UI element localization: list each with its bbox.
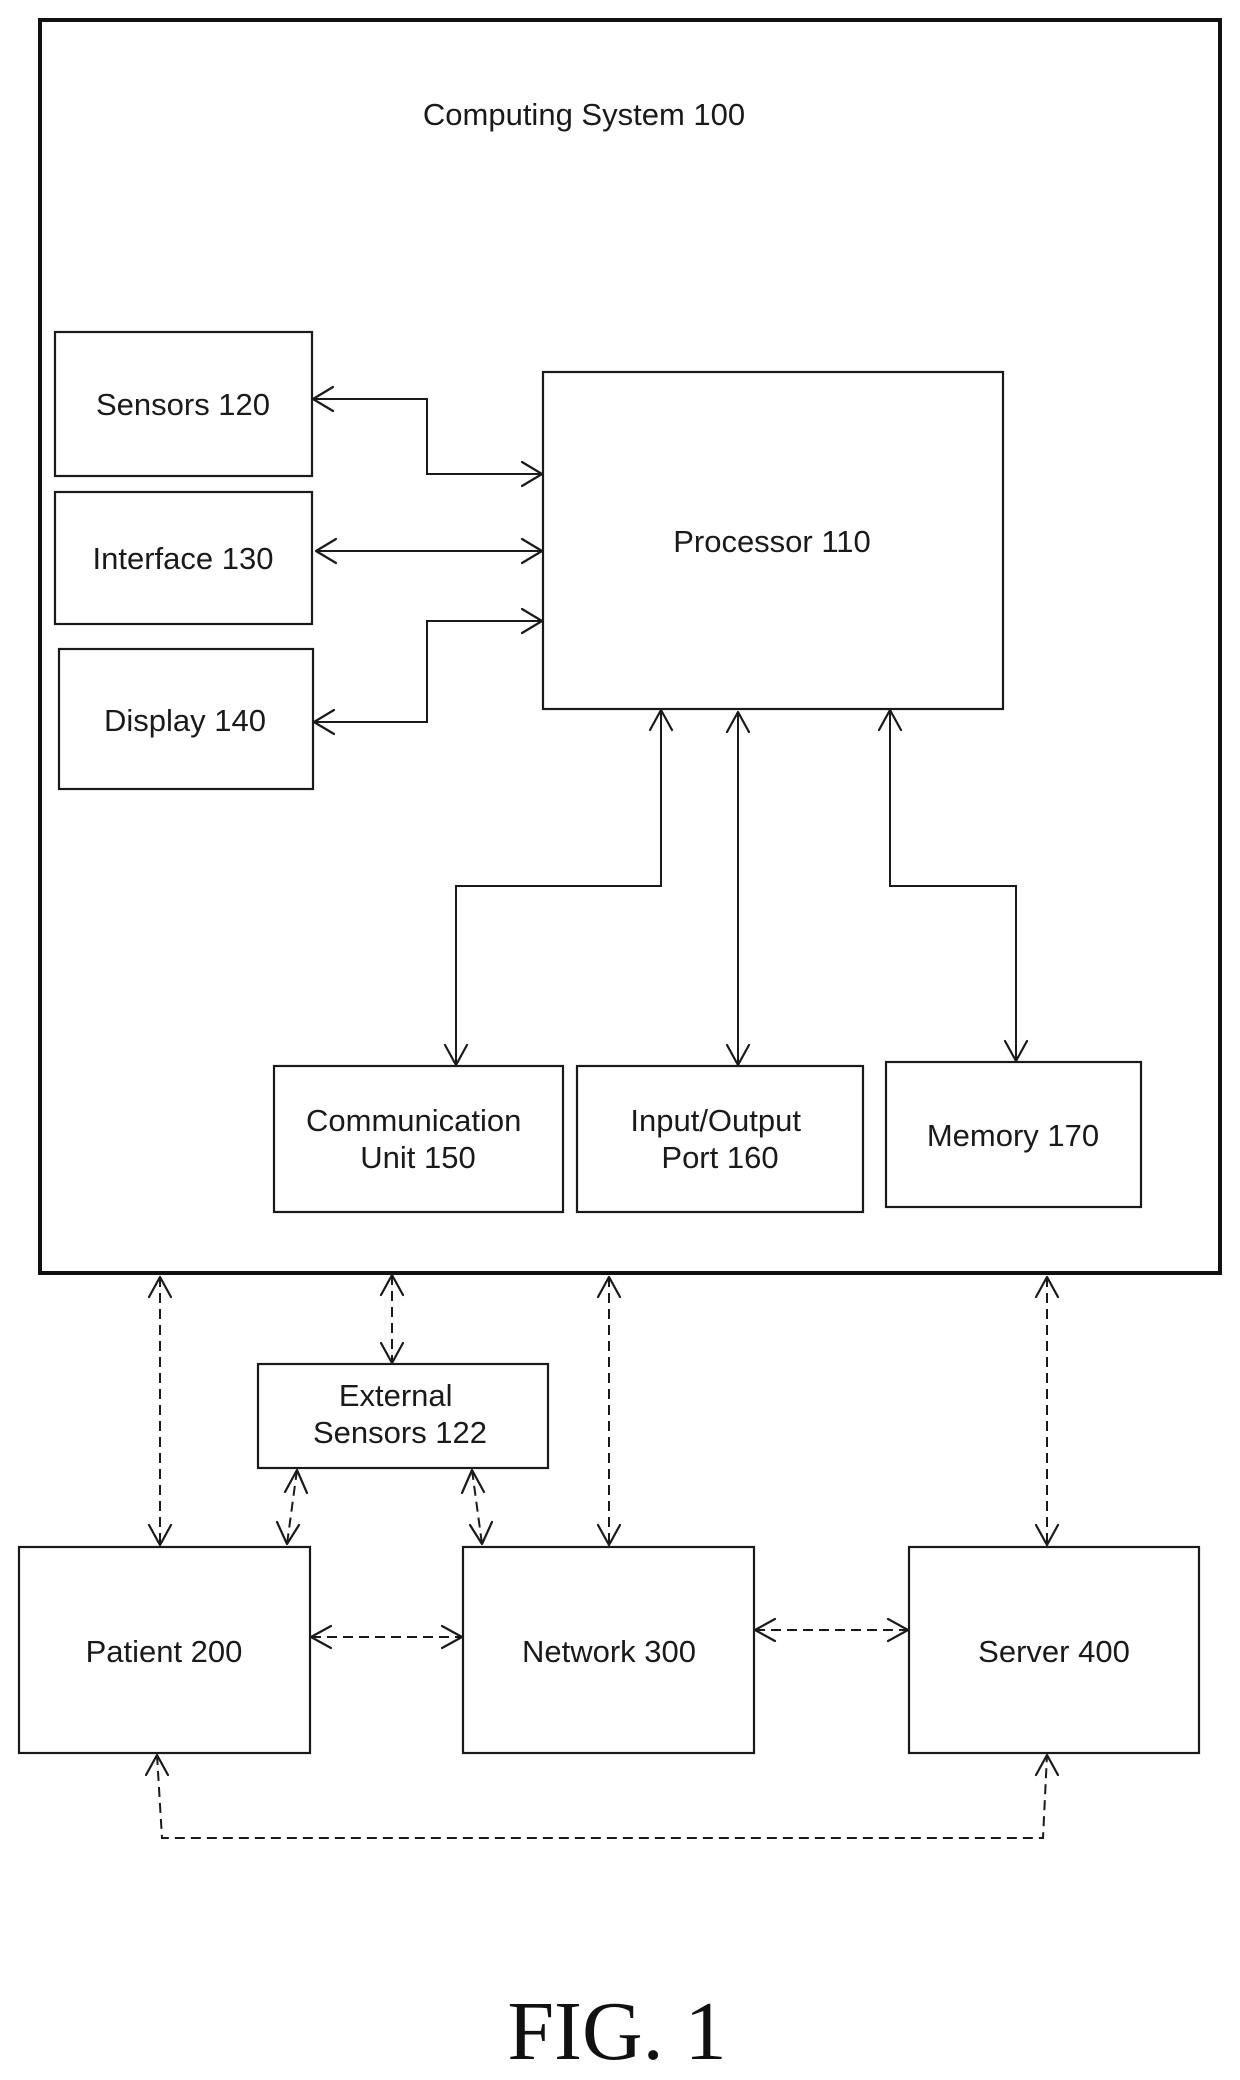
io-port-block: Input/Output Port 160: [575, 1064, 865, 1214]
external-sensors-network-connector: [460, 1468, 494, 1546]
network-server-connector: [753, 1617, 910, 1643]
processor-label: Processor 110: [673, 524, 871, 559]
communication-unit-box: [272, 1064, 565, 1214]
computing-system-title: Computing System 100: [423, 97, 745, 132]
server-label: Server 400: [978, 1634, 1130, 1669]
patient-server-connector: [144, 1753, 1060, 1839]
external-sensors-patient-connector: [275, 1468, 309, 1546]
system-external-sensors-connector: [379, 1273, 405, 1365]
patient-block: Patient 200: [17, 1545, 312, 1755]
display-block: Display 140: [57, 647, 315, 791]
interface-label: Interface 130: [93, 541, 274, 576]
external-sensors-label-line2: Sensors 122: [313, 1415, 487, 1450]
processor-block: Processor 110: [541, 370, 1005, 711]
io-port-label-line2: Port 160: [661, 1140, 778, 1175]
system-patient-connector: [147, 1275, 173, 1547]
memory-label: Memory 170: [927, 1118, 1099, 1153]
memory-block: Memory 170: [884, 1060, 1143, 1209]
communication-unit-block: Communication Unit 150: [272, 1064, 565, 1214]
communication-unit-label-line1: Communication: [306, 1103, 521, 1138]
sensors-block: Sensors 120: [53, 330, 314, 478]
patient-label: Patient 200: [86, 1634, 243, 1669]
patient-network-connector: [309, 1624, 464, 1650]
arrowhead-icon: [460, 1468, 486, 1495]
system-network-connector: [596, 1275, 622, 1547]
figure-caption: FIG. 1: [507, 1985, 726, 2078]
block-diagram: Computing System 100 Sensors 120 Interfa…: [17, 18, 1222, 2078]
io-port-box: [575, 1064, 865, 1214]
network-block: Network 300: [461, 1545, 756, 1755]
io-port-label-line1: Input/Output: [630, 1103, 801, 1138]
external-sensors-block: External Sensors 122: [256, 1362, 550, 1470]
display-label: Display 140: [104, 703, 266, 738]
interface-block: Interface 130: [53, 490, 314, 626]
arrowhead-icon: [275, 1520, 301, 1546]
system-server-connector: [1034, 1275, 1060, 1547]
communication-unit-label-line2: Unit 150: [360, 1140, 475, 1175]
network-label: Network 300: [522, 1634, 696, 1669]
arrowhead-icon: [283, 1468, 309, 1495]
server-block: Server 400: [907, 1545, 1201, 1755]
sensors-label: Sensors 120: [96, 387, 270, 422]
arrowhead-icon: [468, 1520, 494, 1546]
external-sensors-label-line1: External: [339, 1378, 453, 1413]
